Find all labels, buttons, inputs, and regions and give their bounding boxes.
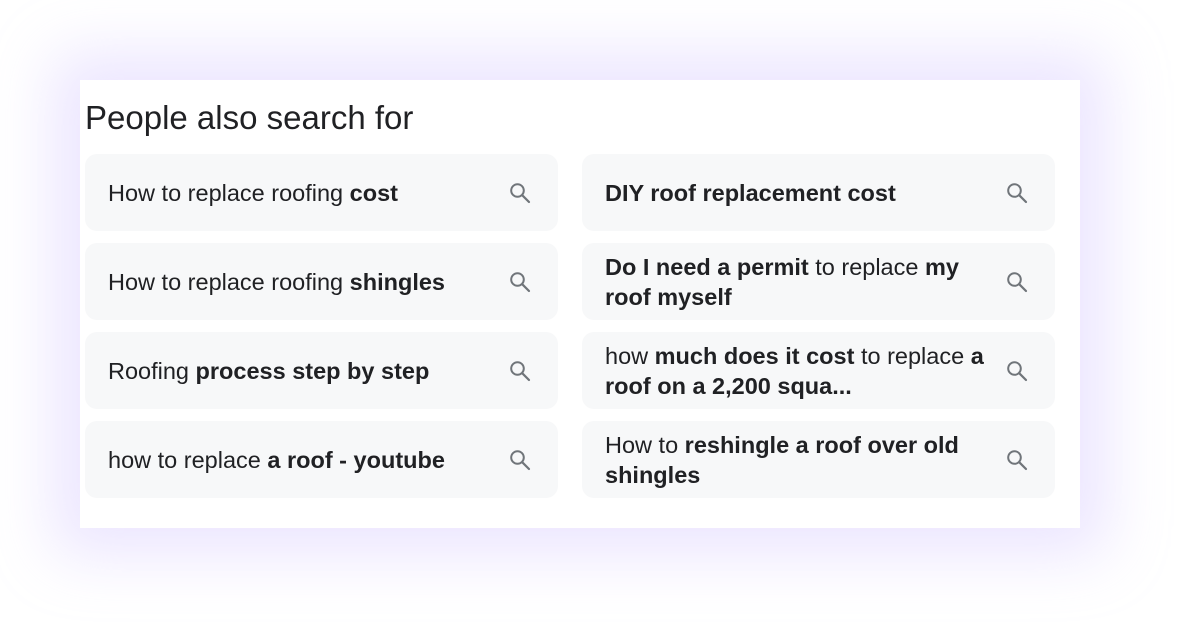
suggestion-segment: How to [605,431,685,458]
suggestion-text: How to replace roofing cost [108,178,398,208]
suggestion-bold-segment: a roof - youtube [267,446,445,473]
suggestion-chip[interactable]: how to replace a roof - youtube [85,421,558,498]
search-icon [508,359,532,383]
suggestion-text: how much does it cost to replace a roof … [605,341,995,401]
suggestion-text: how to replace a roof - youtube [108,445,445,475]
suggestion-chip[interactable]: how much does it cost to replace a roof … [582,332,1055,409]
suggestion-chip[interactable]: How to replace roofing cost [85,154,558,231]
suggestion-chip[interactable]: DIY roof replacement cost [582,154,1055,231]
search-icon [508,181,532,205]
suggestion-bold-segment: Do I need a permit [605,253,809,280]
suggestion-text: How to reshingle a roof over old shingle… [605,430,995,490]
search-icon [508,270,532,294]
suggestion-chip[interactable]: How to replace roofing shingles [85,243,558,320]
suggestion-segment: how to replace [108,446,268,473]
suggestion-segment: to replace [808,253,925,280]
suggestion-chip[interactable]: Do I need a permit to replace my roof my… [582,243,1055,320]
suggestion-segment: How to replace roofing [108,179,350,206]
suggestion-bold-segment: DIY roof replacement cost [605,179,896,206]
section-title: People also search for [85,99,414,136]
people-also-search-for-panel: People also search for How to replace ro… [80,80,1080,528]
suggestion-bold-segment: process step by step [195,357,430,384]
search-icon [1005,181,1029,205]
suggestion-chip[interactable]: How to reshingle a roof over old shingle… [582,421,1055,498]
search-icon [1005,359,1029,383]
suggestion-bold-segment: cost [349,179,398,206]
suggestion-segment: How to replace roofing [108,268,350,295]
suggestion-text: Do I need a permit to replace my roof my… [605,252,995,312]
search-icon [1005,270,1029,294]
suggestion-segment: to replace [854,342,971,369]
suggestion-bold-segment: shingles [349,268,445,295]
search-icon [508,448,532,472]
suggestion-segment: Roofing [108,357,196,384]
suggestion-bold-segment: much does it cost [654,342,855,369]
suggestion-text: Roofing process step by step [108,356,429,386]
search-icon [1005,448,1029,472]
suggestions-grid: How to replace roofing cost DIY roof rep… [85,154,1055,498]
suggestion-text: How to replace roofing shingles [108,267,445,297]
suggestion-chip[interactable]: Roofing process step by step [85,332,558,409]
suggestion-segment: how [605,342,655,369]
suggestion-text: DIY roof replacement cost [605,178,896,208]
